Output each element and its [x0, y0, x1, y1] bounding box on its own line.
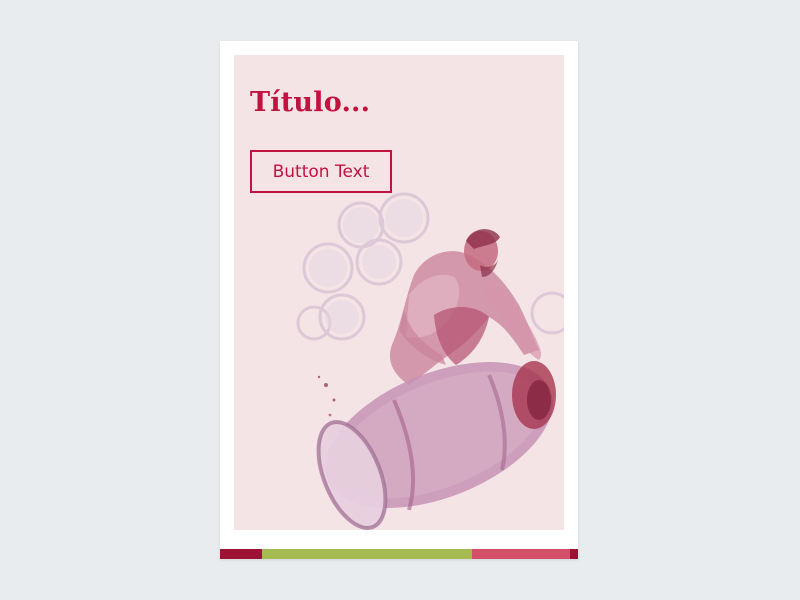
card-panel: Título... Button Text	[234, 55, 564, 530]
promo-card: Título... Button Text	[220, 41, 578, 559]
card-title: Título...	[250, 87, 371, 118]
stripe-segment-dark-end	[570, 549, 578, 559]
wine-barrel-illustration	[296, 192, 564, 530]
stripe-segment-dark	[220, 549, 262, 559]
stripe-segment-rose	[472, 549, 570, 559]
cta-button[interactable]: Button Text	[250, 150, 392, 193]
color-stripe	[220, 549, 578, 559]
page-background: Título... Button Text	[0, 0, 800, 600]
stripe-segment-green	[262, 549, 472, 559]
